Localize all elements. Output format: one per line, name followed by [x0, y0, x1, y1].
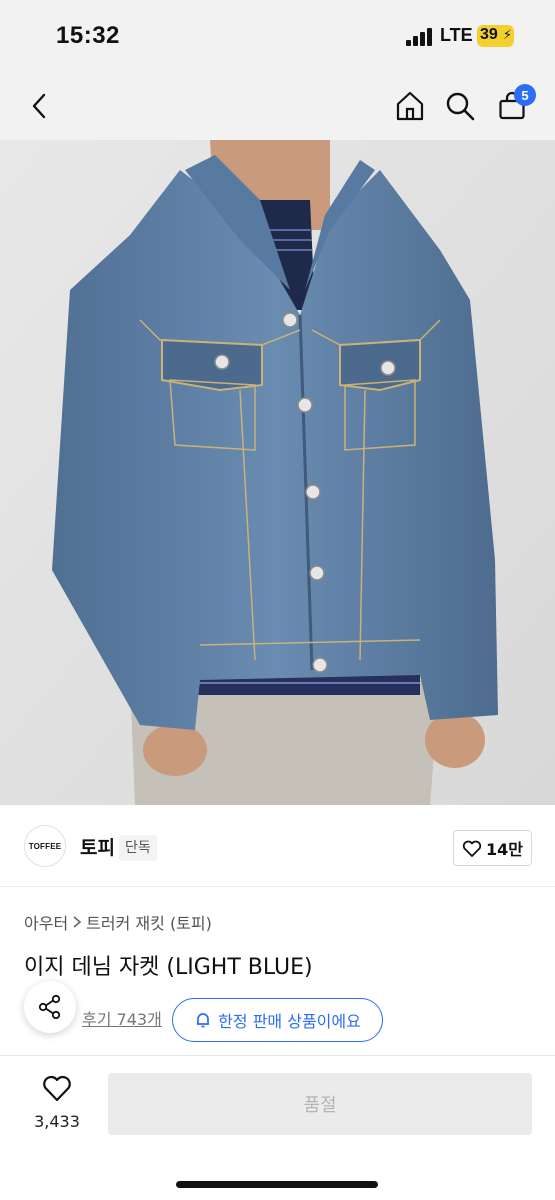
home-icon: [396, 91, 424, 121]
chevron-right-icon: [73, 916, 82, 928]
breadcrumb-category[interactable]: 아우터: [24, 910, 68, 934]
signal-icon: [406, 28, 432, 46]
app-header: 5: [0, 72, 555, 140]
exclusive-tag: 단독: [119, 835, 157, 861]
wishlist-count: 3,433: [34, 1112, 80, 1131]
chevron-left-icon: [32, 93, 46, 119]
heart-outline-icon: [43, 1075, 71, 1102]
denim-jacket-photo: [0, 140, 555, 805]
product-image[interactable]: [0, 140, 555, 805]
heart-icon: [462, 840, 482, 857]
back-button[interactable]: [20, 86, 60, 126]
bottom-action-bar: 3,433 품절: [0, 1055, 555, 1200]
charging-bolt-icon: ⚡: [502, 28, 512, 43]
share-icon: [38, 994, 61, 1020]
brand-name[interactable]: 토피: [80, 833, 115, 860]
breadcrumb-subcategory[interactable]: 트러커 재킷 (토피): [86, 910, 212, 934]
search-icon: [446, 92, 475, 121]
cart-count-badge: 5: [514, 84, 536, 106]
battery-level: 39: [480, 26, 498, 43]
brand-like-button[interactable]: 14만: [453, 830, 532, 866]
bell-icon: [197, 1013, 210, 1028]
brand-logo[interactable]: TOFFEE: [24, 825, 66, 867]
sold-out-button[interactable]: 품절: [108, 1073, 532, 1135]
home-indicator: [176, 1181, 378, 1188]
limited-sale-badge[interactable]: 한정 판매 상품이에요: [172, 998, 383, 1042]
limited-sale-label: 한정 판매 상품이에요: [218, 1012, 361, 1031]
cart-button[interactable]: 5: [492, 84, 536, 126]
review-link[interactable]: 후기 743개: [82, 1006, 162, 1030]
search-button[interactable]: [440, 86, 480, 126]
breadcrumb: 아우터 트러커 재킷 (토피): [24, 910, 212, 934]
wishlist-button[interactable]: 3,433: [24, 1074, 90, 1131]
home-button[interactable]: [390, 86, 430, 126]
brand-row: TOFFEE 토피 단독 14만: [0, 805, 555, 887]
battery-icon: 39 ⚡: [477, 25, 514, 47]
status-bar: 15:32 LTE 39 ⚡: [0, 0, 555, 72]
network-label: LTE: [440, 25, 473, 45]
share-button[interactable]: [24, 981, 76, 1033]
product-title: 이지 데님 자켓 (LIGHT BLUE): [24, 955, 313, 980]
status-time: 15:32: [56, 22, 120, 49]
brand-like-count: 14만: [486, 840, 523, 859]
